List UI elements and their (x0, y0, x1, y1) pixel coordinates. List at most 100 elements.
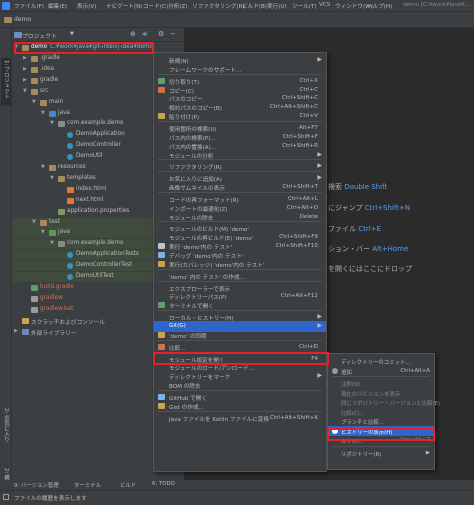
expand-arrow-icon[interactable]: ▶ (23, 66, 27, 72)
tree-item-label: next.html (76, 196, 104, 203)
git-submenu-item[interactable]: 追加 Ctrl+Alt+A (328, 366, 434, 377)
context-menu-item-label: リファクタリング(R) (169, 165, 222, 172)
context-menu-shortcut: Ctrl+X (299, 77, 318, 84)
menu-item-icon (158, 243, 165, 250)
context-menu-shortcut: Ctrl+Shift+F (282, 133, 318, 140)
menu-help[interactable]: ヘルプ(H) (367, 2, 392, 10)
bottom-tool-tabs: 9: バージョン管理 ターミナル ビルド 6: TODO (0, 480, 474, 490)
status-toggle-icon[interactable] (3, 494, 9, 500)
context-menu-item-label: モジュールの分析 (169, 153, 214, 160)
context-menu-item-label: ターミナルで開く (169, 304, 214, 311)
context-menu-item-label: 'demo' 内の テスト' の作成... (169, 274, 245, 281)
menu-item-icon (158, 343, 165, 350)
expand-arrow-icon[interactable]: ▼ (41, 110, 45, 116)
tab-todo[interactable]: 6: TODO (152, 481, 175, 487)
menu-item-icon (158, 86, 165, 93)
menu-run[interactable]: 実行(U) (267, 2, 287, 10)
hint-drop: を開くにはここにドロップ (328, 264, 412, 274)
context-menu-item-label: 実行(カバレッジ) 'demo'内の テスト' (169, 262, 265, 269)
navigation-bar: demo (0, 12, 474, 28)
tab-build[interactable]: ビルド (120, 481, 136, 489)
window-title: demo [C:¥work¥java¥... (403, 2, 470, 8)
menu-analyze[interactable]: 分析(Z) (168, 2, 187, 10)
context-menu-item-label: 比較... (169, 345, 186, 352)
context-menu-item-label: Git(G) (169, 322, 186, 329)
tab-version-control[interactable]: 9: バージョン管理 (14, 481, 59, 489)
project-tool-tab[interactable]: 1: プロジェクト (2, 60, 10, 99)
tab-terminal[interactable]: ターミナル (74, 481, 101, 489)
expand-arrow-icon[interactable]: ▼ (32, 219, 36, 225)
folder-icon (49, 165, 56, 171)
hide-icon[interactable]: − (170, 30, 176, 38)
git-submenu-item[interactable]: リポジトリー(R) ▶ (328, 448, 434, 459)
class-icon (67, 143, 73, 150)
status-bar: ファイルの履歴を表示します (0, 490, 474, 505)
gear-icon[interactable]: ⚙ (158, 30, 164, 38)
package-icon (58, 241, 65, 248)
submenu-arrow-icon: ▶ (317, 150, 322, 158)
expand-arrow-icon[interactable]: ▼ (41, 164, 45, 170)
expand-arrow-icon[interactable]: ▶ (14, 328, 18, 334)
tree-item-label: .idea (40, 65, 54, 72)
class-icon (67, 263, 73, 270)
expand-arrow-icon[interactable]: ▼ (50, 120, 54, 126)
tree-item-label: templates (67, 174, 96, 181)
status-message: ファイルの履歴を表示します (14, 496, 87, 502)
tree-item-label: application.properties (67, 207, 130, 214)
locate-icon[interactable]: ⊕ (130, 30, 136, 38)
menu-file[interactable]: ファイル(F) (14, 2, 44, 10)
context-menu-item-label: 'demo' の同期 (169, 333, 207, 340)
menu-separator (158, 310, 322, 312)
menu-vcs[interactable]: VCS (319, 2, 330, 8)
expand-arrow-icon[interactable]: ▼ (41, 229, 45, 235)
breadcrumb[interactable]: demo (14, 16, 31, 23)
context-menu-item-label: BOM の除去 (169, 384, 201, 391)
plus-icon (332, 367, 338, 374)
tree-item-label: build.gradle (40, 283, 74, 290)
highlight-root-box (14, 42, 154, 54)
collapse-all-icon[interactable]: ≑ (142, 30, 148, 38)
menu-view[interactable]: 表示(V) (77, 2, 96, 10)
git-submenu-item-label: リポジトリー(R) (341, 451, 382, 458)
context-menu-shortcut: Ctrl+Shift+R (282, 142, 318, 149)
menu-tools[interactable]: ツール(T) (292, 2, 317, 10)
menu-separator (158, 268, 322, 270)
context-menu-shortcut: Ctrl+Alt+Shift+K (270, 414, 318, 421)
expand-arrow-icon[interactable]: ▶ (23, 55, 27, 61)
expand-arrow-icon[interactable]: ▼ (50, 240, 54, 246)
tree-item-label: index.html (76, 185, 107, 192)
menu-separator (158, 171, 322, 173)
folder-blue-icon (49, 110, 56, 117)
menu-edit[interactable]: 編集(E) (48, 2, 67, 10)
menu-code[interactable]: コード(C) (143, 2, 168, 10)
tree-item-label: gradlew (40, 294, 63, 301)
favorites-tool-tab[interactable]: 2: お気に入り (2, 408, 10, 442)
menu-separator (158, 221, 322, 223)
menu-item-icon (158, 402, 165, 409)
hint-jump: にジャンプ Ctrl+Shift+N (328, 203, 410, 213)
expand-arrow-icon[interactable]: ▶ (23, 77, 27, 83)
hint-drop-label: を開くにはここにドロップ (328, 265, 412, 273)
hint-search-label: 検索 (328, 183, 342, 191)
context-menu-shortcut: Ctrl+Alt+O (286, 204, 318, 211)
git-submenu-shortcut: Ctrl+Alt+A (400, 367, 430, 374)
menu-refactor[interactable]: リファクタリング(R) (192, 2, 245, 10)
menu-navigate[interactable]: ナビゲート(N) (106, 2, 143, 10)
tree-item-label: DemoController (76, 142, 121, 149)
context-menu-item[interactable]: Java ファイルを Kotlin ファイルに変換 Ctrl+Alt+Shift+… (154, 413, 326, 424)
project-panel-title[interactable]: プロジェクト (22, 31, 57, 40)
folder-icon (31, 56, 38, 62)
expand-arrow-icon[interactable]: ▼ (32, 99, 36, 105)
project-view-dropdown-icon[interactable]: ▼ (70, 31, 74, 37)
expand-arrow-icon[interactable]: ▼ (50, 175, 54, 181)
hint-search-key: Double Shift (344, 183, 388, 191)
highlight-git-box (153, 352, 329, 365)
expand-arrow-icon[interactable]: ▼ (23, 88, 27, 94)
submenu-arrow-icon: ▶ (317, 162, 322, 170)
submenu-arrow-icon: ▶ (317, 56, 322, 63)
hint-jump-key: Ctrl+Shift+N (364, 204, 411, 212)
menu-build[interactable]: ビルド(B) (242, 2, 267, 10)
menu-separator (158, 389, 322, 391)
menu-separator (158, 191, 322, 193)
hint-jump-label: にジャンプ (328, 204, 363, 212)
